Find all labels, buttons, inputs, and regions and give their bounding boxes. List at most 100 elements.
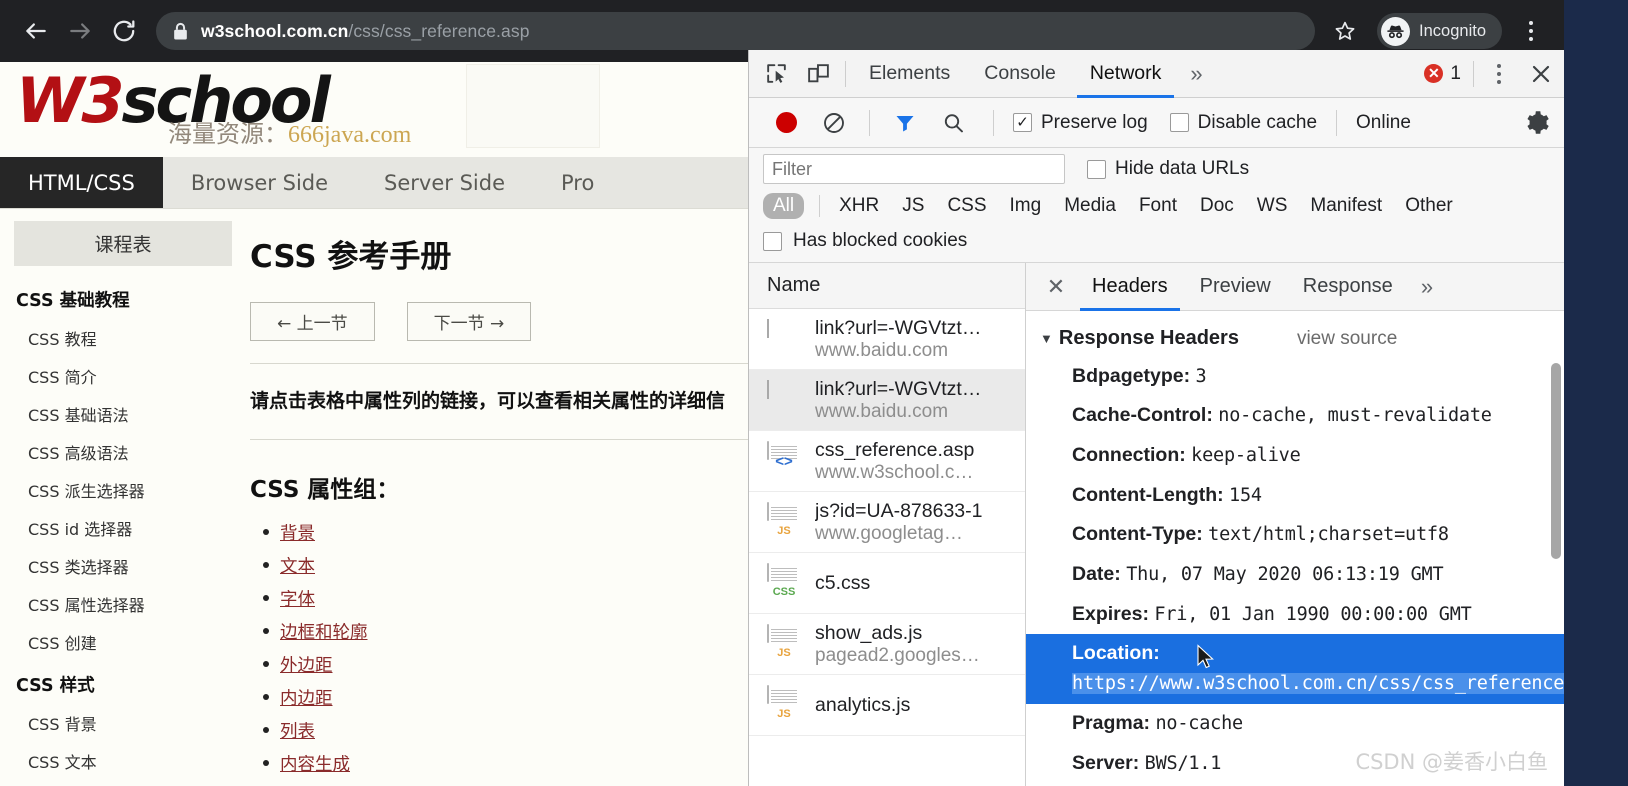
disable-cache-control[interactable]: Disable cache [1169, 112, 1317, 134]
section-title: CSS 属性组： [250, 477, 400, 503]
throttling-select[interactable]: Online [1356, 112, 1411, 134]
property-link-text[interactable]: 文本 [280, 557, 315, 577]
reload-button[interactable] [102, 9, 146, 53]
header-row-location[interactable]: Location: https://www.w3school.com.cn/cs… [1026, 633, 1564, 704]
prev-section-button[interactable]: ← 上一节 [250, 302, 375, 341]
search-button[interactable] [932, 102, 974, 144]
property-link-padding[interactable]: 内边距 [280, 689, 333, 709]
type-filter-css[interactable]: CSS [943, 193, 990, 219]
sidebar-item-css-intro[interactable]: CSS 简介 [14, 357, 232, 395]
device-toolbar-button[interactable] [797, 53, 839, 95]
sidebar-item-css-font[interactable]: CSS 字体 [14, 780, 232, 786]
tab-response[interactable]: Response [1287, 263, 1409, 311]
sidebar-item-css-advanced-syntax[interactable]: CSS 高级语法 [14, 433, 232, 471]
sidebar-item-css-attribute-selector[interactable]: CSS 属性选择器 [14, 585, 232, 623]
header-value: no-cache, must-revalidate [1218, 405, 1492, 427]
request-list-header[interactable]: Name [749, 263, 1025, 309]
disable-cache-checkbox[interactable] [1169, 113, 1189, 132]
preserve-log-control[interactable]: Preserve log [1013, 112, 1148, 134]
tab-label: Headers [1092, 275, 1168, 297]
nav-tab-pro[interactable]: Pro [533, 157, 622, 208]
sidebar-item-css-create[interactable]: CSS 创建 [14, 623, 232, 661]
type-filter-js[interactable]: JS [898, 193, 928, 219]
sidebar-item-css-background[interactable]: CSS 背景 [14, 704, 232, 742]
has-blocked-cookies-control[interactable]: Has blocked cookies [763, 230, 1550, 252]
header-name: Connection: [1072, 443, 1186, 466]
type-filter-xhr[interactable]: XHR [835, 193, 883, 219]
type-filter-other[interactable]: Other [1401, 193, 1457, 219]
response-headers-section: ▼ Response Headers view source [1026, 321, 1564, 356]
nav-tab-server-side[interactable]: Server Side [356, 157, 533, 208]
table-row[interactable]: link?url=-WGVtzt… www.baidu.com [749, 370, 1025, 431]
tab-network[interactable]: Network [1073, 50, 1179, 98]
filter-toggle-button[interactable] [884, 102, 926, 144]
detail-more-tabs-button[interactable]: » [1409, 263, 1445, 311]
tab-elements[interactable]: Elements [852, 50, 967, 98]
table-row[interactable]: link?url=-WGVtzt… www.baidu.com [749, 309, 1025, 370]
type-filter-all[interactable]: All [763, 193, 805, 219]
reload-icon [113, 20, 135, 42]
type-filter-ws[interactable]: WS [1253, 193, 1292, 219]
network-toolbar: Preserve log Disable cache Online [749, 98, 1564, 148]
list-item: 字体 [263, 582, 748, 615]
headers-scrollbar[interactable] [1551, 363, 1561, 559]
sidebar-item-css-id-selector[interactable]: CSS id 选择器 [14, 509, 232, 547]
sidebar-item-css-descendant-selector[interactable]: CSS 派生选择器 [14, 471, 232, 509]
filter-input[interactable] [763, 154, 1065, 184]
sidebar-item-css-tutorial[interactable]: CSS 教程 [14, 319, 232, 357]
detail-close-button[interactable]: ✕ [1036, 263, 1076, 311]
property-link-font[interactable]: 字体 [280, 590, 315, 610]
error-badge[interactable]: ✕ 1 [1424, 63, 1467, 85]
bookmark-button[interactable] [1325, 11, 1365, 51]
section-title[interactable]: Response Headers [1059, 327, 1239, 350]
intro-paragraph: 请点击表格中属性列的链接，可以查看相关属性的详细信 [250, 390, 726, 412]
preserve-log-checkbox[interactable] [1013, 113, 1032, 132]
type-filter-doc[interactable]: Doc [1196, 193, 1238, 219]
devtools-close-button[interactable] [1518, 51, 1564, 97]
forward-button[interactable] [58, 9, 102, 53]
table-row[interactable]: JS show_ads.js pagead2.googles… [749, 614, 1025, 675]
table-row[interactable]: JS js?id=UA-878633-1 www.googletag… [749, 492, 1025, 553]
kebab-dot [1497, 63, 1501, 68]
tab-console[interactable]: Console [967, 50, 1073, 98]
view-source-link[interactable]: view source [1297, 328, 1397, 350]
chevron-down-icon[interactable]: ▼ [1040, 331, 1053, 346]
property-link-generated-content[interactable]: 内容生成 [280, 755, 350, 775]
tab-headers[interactable]: Headers [1076, 263, 1184, 311]
address-bar[interactable]: w3school.com.cn/css/css_reference.asp [156, 12, 1316, 50]
devtools-menu-button[interactable] [1480, 55, 1518, 93]
network-split: Name link?url=-WGVtzt… www.baidu.com lin… [749, 263, 1564, 786]
hide-data-urls-control[interactable]: Hide data URLs [1087, 158, 1249, 180]
header-name: Date: [1072, 562, 1121, 585]
has-blocked-cookies-checkbox[interactable] [763, 231, 782, 251]
incognito-indicator[interactable]: Incognito [1377, 13, 1502, 49]
property-link-background[interactable]: 背景 [280, 524, 315, 544]
property-link-margin[interactable]: 外边距 [280, 656, 333, 676]
inspect-element-button[interactable] [755, 53, 797, 95]
type-filter-media[interactable]: Media [1060, 193, 1120, 219]
hide-data-urls-checkbox[interactable] [1087, 159, 1106, 179]
clear-button[interactable] [813, 102, 855, 144]
browser-menu-button[interactable] [1512, 12, 1550, 50]
more-tabs-button[interactable]: » [1178, 50, 1214, 98]
sidebar-item-css-text[interactable]: CSS 文本 [14, 742, 232, 780]
type-filter-img[interactable]: Img [1006, 193, 1046, 219]
header-row-expires: Expires: Fri, 01 Jan 1990 00:00:00 GMT [1026, 594, 1564, 634]
sidebar-item-css-basic-syntax[interactable]: CSS 基础语法 [14, 395, 232, 433]
property-link-border-outline[interactable]: 边框和轮廓 [280, 623, 368, 643]
table-row[interactable]: CSS c5.css [749, 553, 1025, 614]
back-button[interactable] [14, 9, 58, 53]
nav-tab-html-css[interactable]: HTML/CSS [0, 157, 163, 208]
table-row[interactable]: <> css_reference.asp www.w3school.c… [749, 431, 1025, 492]
network-settings-button[interactable] [1523, 109, 1550, 136]
type-filter-font[interactable]: Font [1135, 193, 1181, 219]
next-section-button[interactable]: 下一节 → [406, 302, 532, 341]
tab-preview[interactable]: Preview [1184, 263, 1287, 311]
table-row[interactable]: JS analytics.js [749, 675, 1025, 736]
property-link-list[interactable]: 列表 [280, 722, 315, 742]
sidebar-item-css-class-selector[interactable]: CSS 类选择器 [14, 547, 232, 585]
type-filter-manifest[interactable]: Manifest [1306, 193, 1386, 219]
nav-tab-browser-side[interactable]: Browser Side [163, 157, 356, 208]
record-button[interactable] [765, 102, 807, 144]
request-domain: www.baidu.com [815, 339, 949, 361]
